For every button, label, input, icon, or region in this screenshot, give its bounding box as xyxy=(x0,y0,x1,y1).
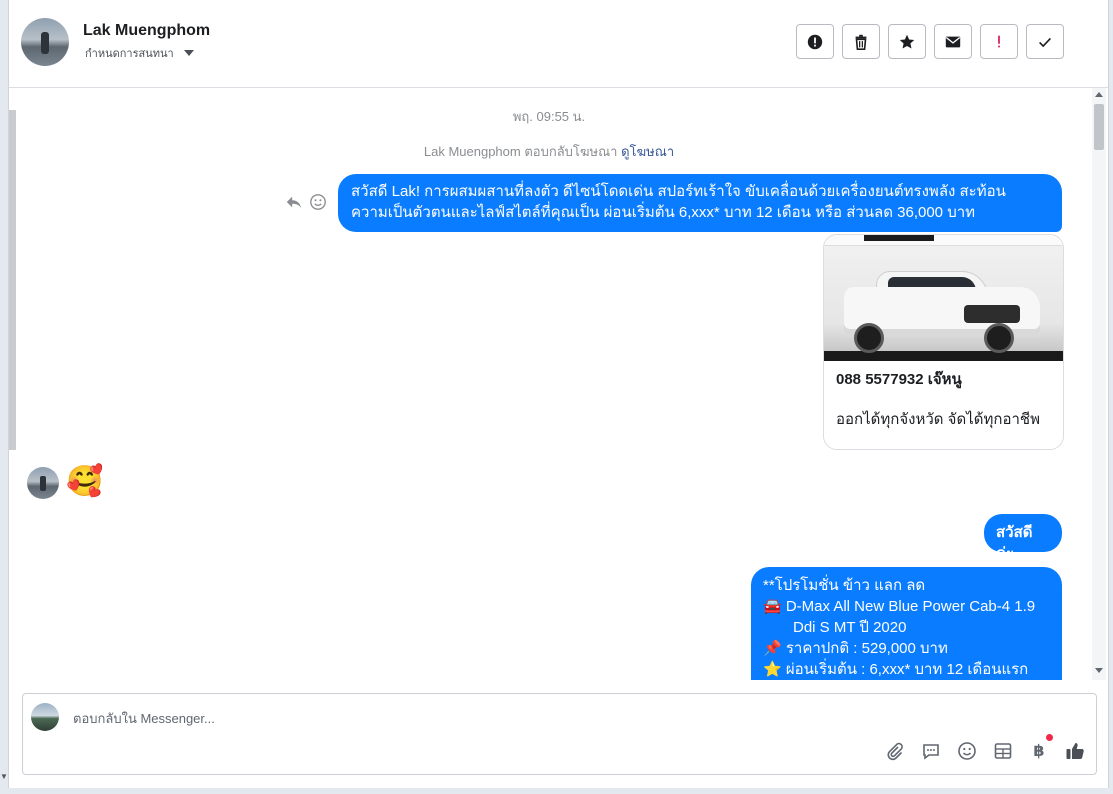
smiley-icon xyxy=(958,742,976,760)
notification-dot xyxy=(1046,734,1053,741)
promo-line: ⭐ ผ่อนเริ่มต้น : 6,xxx* บาท 12 เดือนแรก xyxy=(763,661,1029,678)
ad-message-line: ความเป็นตัวตนและไลฟ์สไตล์ที่คุณเป็น ผ่อน… xyxy=(351,204,976,221)
message-thread[interactable]: พฤ. 09:55 น. Lak Muengphom ตอบกลับโฆษณา … xyxy=(9,88,1089,680)
reply-note-text: Lak Muengphom ตอบกลับโฆษณา xyxy=(423,144,618,159)
table-icon xyxy=(994,743,1012,759)
inbox-window: Lak Muengphom กำหนดการสนทนา พฤ. 09:55 น.… xyxy=(8,0,1109,788)
promo-line: Ddi S MT ปี 2020 xyxy=(793,619,907,636)
order-button[interactable] xyxy=(992,740,1014,762)
page-avatar xyxy=(31,703,59,731)
message-timestamp: พฤ. 09:55 น. xyxy=(512,109,586,124)
greeting-bubble[interactable]: สวัสดีค่ะ xyxy=(984,514,1062,562)
customer-avatar xyxy=(27,467,59,499)
like-button[interactable] xyxy=(1064,740,1086,762)
exclamation-icon xyxy=(998,35,1000,47)
message-tools xyxy=(285,193,327,211)
header-actions xyxy=(796,24,1064,59)
chevron-down-icon xyxy=(183,50,194,56)
contact-name[interactable]: Lak Muengphom xyxy=(83,22,210,40)
baht-icon: ฿ xyxy=(1033,743,1045,760)
promo-line: 📌 ราคาปกติ : 529,000 บาท xyxy=(763,640,948,657)
card-description: ออกได้ทุกจังหวัด จัดได้ทุกอาชีพ xyxy=(836,411,1040,428)
composer-tools: ฿ xyxy=(884,734,1086,762)
card-phone: 088 5577932 เจ๊หนู xyxy=(836,371,962,388)
emoji-button[interactable] xyxy=(956,740,978,762)
check-icon xyxy=(1039,37,1051,47)
thumbs-up-icon xyxy=(1066,743,1084,759)
smiley-react-icon[interactable] xyxy=(309,193,327,211)
trash-icon xyxy=(855,34,867,50)
paperclip-icon xyxy=(887,742,903,761)
view-ad-link[interactable]: ดูโฆษณา xyxy=(621,144,674,159)
window-caret: ▼ xyxy=(0,772,8,781)
promo-line: **โปรโมชั่น ข้าว แลก ลด xyxy=(763,577,926,594)
promo-message-bubble[interactable]: **โปรโมชั่น ข้าว แลก ลด 🚘 D-Max All New … xyxy=(751,567,1062,680)
delete-button[interactable] xyxy=(842,24,880,59)
scroll-up-arrow[interactable] xyxy=(1095,92,1103,97)
thread-scrollbar[interactable] xyxy=(1092,88,1106,680)
exclamation-circle-icon xyxy=(807,34,823,49)
promo-line: 🚘 D-Max All New Blue Power Cab-4 1.9 xyxy=(763,598,1036,615)
chat-bubble-icon xyxy=(923,744,939,760)
assign-conversation-dropdown[interactable]: กำหนดการสนทนา xyxy=(85,44,194,62)
envelope-icon xyxy=(945,36,961,47)
truck-image[interactable] xyxy=(824,235,1063,361)
spam-button[interactable] xyxy=(796,24,834,59)
saved-replies-button[interactable] xyxy=(920,740,942,762)
ad-message-line: สวัสดี Lak! การผสมผสานที่ลงตัว ดีไซน์โดด… xyxy=(351,183,1006,200)
attach-button[interactable] xyxy=(884,740,906,762)
scroll-down-arrow[interactable] xyxy=(1095,668,1103,673)
mark-unread-button[interactable] xyxy=(934,24,972,59)
ad-card[interactable]: 088 5577932 เจ๊หนู ออกได้ทุกจังหวัด จัดไ… xyxy=(823,234,1064,450)
follow-up-button[interactable] xyxy=(888,24,926,59)
payment-button[interactable]: ฿ xyxy=(1028,734,1053,762)
reply-input[interactable] xyxy=(71,706,675,730)
mark-important-button[interactable] xyxy=(980,24,1018,59)
scroll-thumb[interactable] xyxy=(1094,104,1104,150)
mark-done-button[interactable] xyxy=(1026,24,1064,59)
assign-label: กำหนดการสนทนา xyxy=(85,48,174,60)
reply-icon[interactable] xyxy=(285,193,303,211)
star-icon xyxy=(899,34,915,48)
ad-message-bubble[interactable]: สวัสดี Lak! การผสมผสานที่ลงตัว ดีไซน์โดด… xyxy=(338,174,1062,232)
ad-reply-note: Lak Muengphom ตอบกลับโฆษณา ดูโฆษณา xyxy=(9,141,1089,162)
customer-emoji-message[interactable]: 🥰 xyxy=(66,465,103,499)
message-composer: ฿ xyxy=(22,693,1097,775)
conversation-header: Lak Muengphom กำหนดการสนทนา xyxy=(9,0,1108,88)
contact-avatar[interactable] xyxy=(21,18,69,66)
